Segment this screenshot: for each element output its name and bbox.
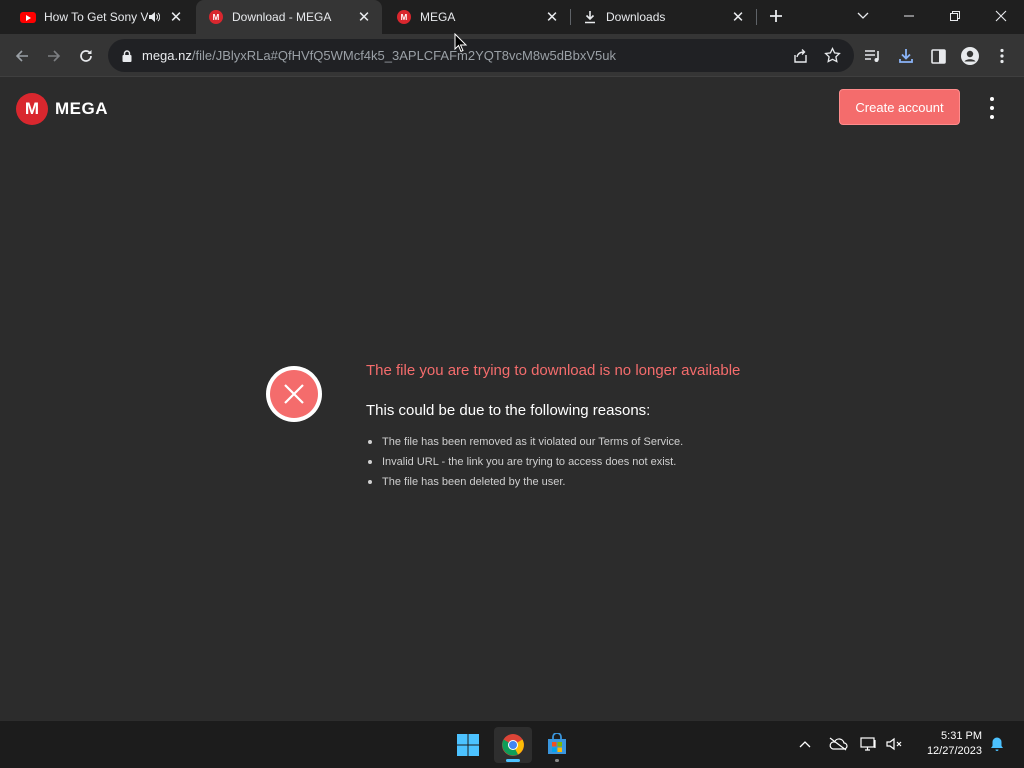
tab-title: MEGA — [420, 10, 456, 24]
mega-logo-text: MEGA — [55, 99, 108, 118]
tab-downloads[interactable]: Downloads ✕ — [570, 0, 756, 34]
new-tab-button[interactable] — [754, 0, 798, 32]
chrome-taskbar-button[interactable] — [494, 727, 532, 763]
error-icon — [266, 366, 322, 422]
show-hidden-icons-chevron-icon[interactable] — [794, 733, 816, 755]
url-path: /file/JBlyxRLa#QfHVfQ5WMcf4k5_3APLCFAFm2… — [191, 48, 616, 63]
mega-icon: M — [208, 9, 224, 25]
speaker-icon[interactable] — [148, 11, 164, 23]
tab-title: How To Get Sony V — [44, 10, 148, 24]
restore-button[interactable] — [932, 0, 978, 32]
tab-title: Download - MEGA — [232, 10, 332, 24]
url-host: mega.nz — [142, 48, 192, 63]
close-tab-icon[interactable]: ✕ — [542, 7, 562, 27]
browser-toolbar: mega.nz/file/JBlyxRLa#QfHVfQ5WMcf4k5_3AP… — [0, 34, 1024, 77]
mega-logo-icon: M — [16, 93, 48, 125]
profile-avatar-icon[interactable] — [956, 42, 984, 70]
taskbar: 5:31 PM 12/27/2023 — [0, 720, 1024, 768]
close-window-button[interactable] — [978, 0, 1024, 32]
bookmark-star-icon[interactable] — [824, 46, 841, 69]
mouse-cursor-icon — [454, 33, 468, 53]
share-icon[interactable] — [792, 47, 809, 69]
lock-icon[interactable] — [120, 49, 134, 62]
list-item: Invalid URL - the link you are trying to… — [368, 455, 683, 475]
youtube-icon — [20, 9, 36, 25]
mega-logo[interactable]: M MEGA — [16, 93, 108, 125]
store-taskbar-button[interactable] — [538, 727, 576, 763]
tab-download-mega[interactable]: M Download - MEGA ✕ — [196, 0, 382, 34]
download-icon — [582, 9, 598, 25]
close-tab-icon[interactable]: ✕ — [354, 7, 374, 27]
list-item: The file has been removed as it violated… — [368, 435, 683, 455]
notification-bell-icon[interactable] — [986, 733, 1008, 755]
microsoft-store-icon — [548, 733, 566, 754]
tab-youtube[interactable]: How To Get Sony V ✕ — [8, 0, 194, 34]
tab-strip: How To Get Sony V ✕ M Download - MEGA ✕ … — [0, 0, 1024, 34]
minimize-button[interactable] — [886, 0, 932, 32]
clock-time: 5:31 PM — [941, 730, 982, 742]
running-indicator — [555, 759, 559, 762]
browser-menu-icon[interactable] — [988, 42, 1016, 70]
volume-muted-icon[interactable] — [884, 733, 906, 755]
start-button[interactable] — [449, 727, 487, 763]
chrome-icon — [502, 734, 524, 756]
onedrive-offline-icon[interactable] — [827, 733, 849, 755]
network-icon[interactable] — [858, 733, 880, 755]
windows-icon — [457, 734, 479, 756]
page-content: M MEGA Create account The file you are t… — [0, 77, 1024, 720]
side-panel-icon[interactable] — [924, 42, 952, 70]
list-item: The file has been deleted by the user. — [368, 475, 683, 495]
error-title: The file you are trying to download is n… — [366, 362, 741, 379]
active-indicator — [506, 759, 520, 762]
tab-search-chevron-icon[interactable] — [840, 0, 886, 32]
tab-title: Downloads — [606, 10, 666, 24]
close-tab-icon[interactable]: ✕ — [166, 7, 186, 27]
clock-date: 12/27/2023 — [926, 745, 982, 757]
reasons-heading: This could be due to the following reaso… — [366, 402, 651, 419]
reload-button[interactable] — [72, 42, 100, 70]
downloads-icon[interactable] — [892, 42, 920, 70]
close-tab-icon[interactable]: ✕ — [728, 7, 748, 27]
more-options-icon[interactable] — [982, 97, 1002, 119]
tab-mega[interactable]: M MEGA ✕ — [384, 0, 570, 34]
forward-button[interactable] — [40, 42, 68, 70]
back-button[interactable] — [8, 42, 36, 70]
reasons-list: The file has been removed as it violated… — [368, 435, 683, 495]
create-account-button[interactable]: Create account — [839, 89, 960, 125]
media-control-icon[interactable] — [859, 42, 887, 70]
system-clock[interactable]: 5:31 PM 12/27/2023 — [912, 729, 982, 759]
mega-icon: M — [396, 9, 412, 25]
address-bar[interactable]: mega.nz/file/JBlyxRLa#QfHVfQ5WMcf4k5_3AP… — [108, 39, 854, 72]
